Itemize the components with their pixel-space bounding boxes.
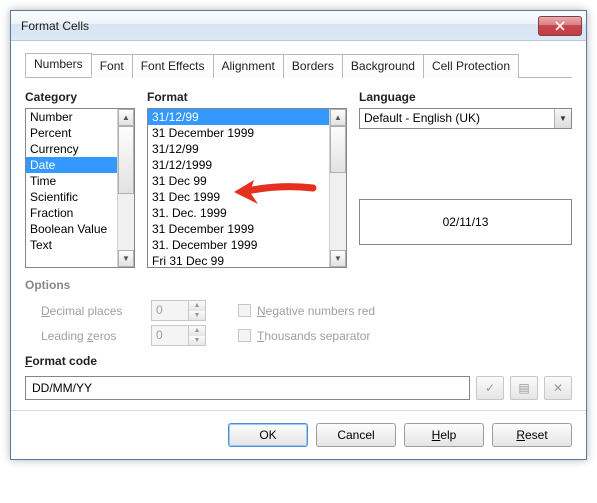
list-item[interactable]: Date [26,157,117,173]
language-value: Default - English (UK) [360,109,554,128]
language-combobox[interactable]: Default - English (UK) ▼ [359,108,572,129]
spin-up-icon: ▲ [189,326,205,336]
list-item[interactable]: Fri 31 Dec 99 [148,253,329,267]
top-row: Category NumberPercentCurrencyDateTimeSc… [25,90,572,268]
options-heading: Options [25,278,572,292]
spin-down-icon: ▼ [189,336,205,346]
list-item[interactable]: Percent [26,125,117,141]
language-label: Language [359,90,572,104]
leading-zeros-value: 0 [152,326,188,345]
list-item[interactable]: 31/12/1999 [148,157,329,173]
checkbox-icon [238,329,251,342]
list-item[interactable]: 31/12/99 [148,109,329,125]
tab-cell-protection[interactable]: Cell Protection [423,54,519,78]
list-item[interactable]: 31 December 1999 [148,125,329,141]
format-column: Format 31/12/9931 December 199931/12/993… [147,90,347,268]
scrollbar[interactable]: ▲ ▼ [117,109,134,267]
format-cells-dialog: Format Cells NumbersFontFont EffectsAlig… [10,10,587,460]
list-item[interactable]: 31 Dec 1999 [148,189,329,205]
leading-zeros-label: Leading zeros [41,329,141,343]
preview-value: 02/11/13 [443,215,489,229]
thousands-sep-label: Thousands separator [257,329,370,343]
list-item[interactable]: Fraction [26,205,117,221]
list-item[interactable]: Scientific [26,189,117,205]
list-item[interactable]: 31 Dec 99 [148,173,329,189]
delete-code-button[interactable]: ✕ [544,376,572,400]
thousands-sep-checkbox: Thousands separator [238,329,370,343]
list-item[interactable]: Number [26,109,117,125]
format-code-input[interactable] [25,376,470,400]
decimal-places-label: Decimal places [41,304,141,318]
scroll-up-icon[interactable]: ▲ [330,109,346,126]
tab-borders[interactable]: Borders [283,54,343,78]
ok-button[interactable]: OK [228,423,308,447]
apply-code-button[interactable]: ✓ [476,376,504,400]
category-label: Category [25,90,135,104]
format-code-heading: Format code [25,354,572,368]
tab-font-effects[interactable]: Font Effects [132,54,214,78]
preview-box: 02/11/13 [359,199,572,245]
scroll-down-icon[interactable]: ▼ [330,250,346,267]
leading-row: Leading zeros 0 ▲▼ Thousands separator [41,325,572,346]
decimal-places-spinner: 0 ▲▼ [151,300,206,321]
scrollbar[interactable]: ▲ ▼ [329,109,346,267]
scroll-down-icon[interactable]: ▼ [118,250,134,267]
spin-up-icon: ▲ [189,301,205,311]
close-icon [555,21,565,31]
negative-red-checkbox: Negative numbers red [238,304,375,318]
list-item[interactable]: Text [26,237,117,253]
language-column: Language Default - English (UK) ▼ 02/11/… [359,90,572,268]
format-code-group: Format code ✓ ▤ ✕ [25,354,572,400]
scroll-up-icon[interactable]: ▲ [118,109,134,126]
leading-zeros-spinner: 0 ▲▼ [151,325,206,346]
list-item[interactable]: Time [26,173,117,189]
list-item[interactable]: 31 December 1999 [148,221,329,237]
checkbox-icon [238,304,251,317]
tab-bar: NumbersFontFont EffectsAlignmentBordersB… [25,53,572,78]
decimal-row: Decimal places 0 ▲▼ Negative numbers red [41,300,572,321]
negative-red-label: Negative numbers red [257,304,375,318]
list-item[interactable]: 31/12/99 [148,141,329,157]
list-item[interactable]: 31. December 1999 [148,237,329,253]
list-item[interactable]: Boolean Value [26,221,117,237]
help-button[interactable]: Help [404,423,484,447]
format-label: Format [147,90,347,104]
close-button[interactable] [538,16,582,36]
list-item[interactable]: 31. Dec. 1999 [148,205,329,221]
category-column: Category NumberPercentCurrencyDateTimeSc… [25,90,135,268]
spin-down-icon: ▼ [189,311,205,321]
reset-button[interactable]: Reset [492,423,572,447]
chevron-down-icon[interactable]: ▼ [554,109,571,128]
format-listbox[interactable]: 31/12/9931 December 199931/12/9931/12/19… [147,108,347,268]
dialog-title: Format Cells [21,19,538,33]
note-button[interactable]: ▤ [510,376,538,400]
category-listbox[interactable]: NumberPercentCurrencyDateTimeScientificF… [25,108,135,268]
list-item[interactable]: Currency [26,141,117,157]
x-icon: ✕ [553,381,563,395]
tab-font[interactable]: Font [91,54,133,78]
dialog-body: NumbersFontFont EffectsAlignmentBordersB… [11,41,586,410]
tab-alignment[interactable]: Alignment [213,54,284,78]
check-icon: ✓ [485,381,495,395]
cancel-button[interactable]: Cancel [316,423,396,447]
note-icon: ▤ [518,381,529,395]
tab-numbers[interactable]: Numbers [25,53,92,77]
options-group: Options Decimal places 0 ▲▼ Negative num… [25,278,572,346]
tab-background[interactable]: Background [342,54,424,78]
titlebar: Format Cells [11,11,586,41]
decimal-places-value: 0 [152,301,188,320]
dialog-footer: OK Cancel Help Reset [11,410,586,459]
